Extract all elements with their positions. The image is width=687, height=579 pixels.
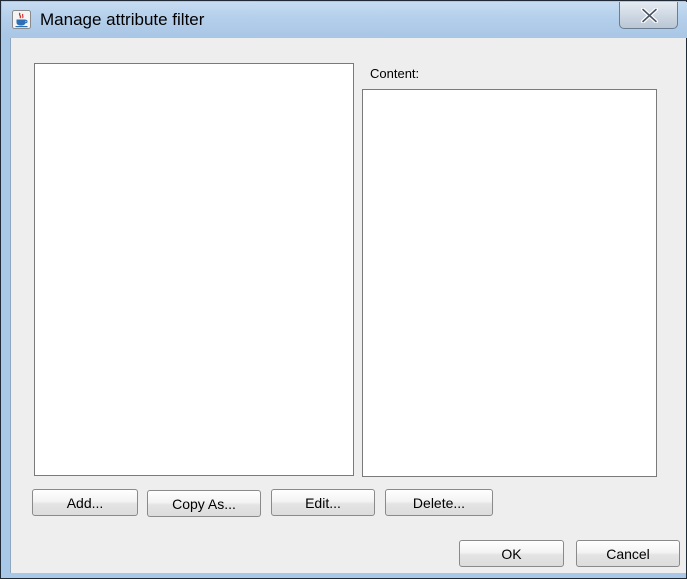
- delete-button[interactable]: Delete...: [385, 489, 493, 516]
- close-x-icon: [641, 8, 658, 23]
- window-title: Manage attribute filter: [40, 10, 205, 29]
- copy-as-button[interactable]: Copy As...: [147, 490, 261, 517]
- close-button[interactable]: [619, 2, 678, 29]
- filter-list[interactable]: [34, 63, 354, 476]
- dialog-content: Content: Add... Copy As... Edit... Delet…: [10, 38, 686, 573]
- ok-button[interactable]: OK: [459, 540, 564, 567]
- cancel-button[interactable]: Cancel: [576, 540, 680, 567]
- title-bar[interactable]: Manage attribute filter: [2, 2, 687, 38]
- dialog-window: Manage attribute filter Content: Add... …: [0, 0, 687, 579]
- add-button[interactable]: Add...: [32, 489, 138, 516]
- edit-button[interactable]: Edit...: [271, 489, 375, 516]
- content-label: Content:: [370, 66, 420, 81]
- content-area[interactable]: [362, 89, 657, 477]
- java-cup-icon: [12, 10, 31, 29]
